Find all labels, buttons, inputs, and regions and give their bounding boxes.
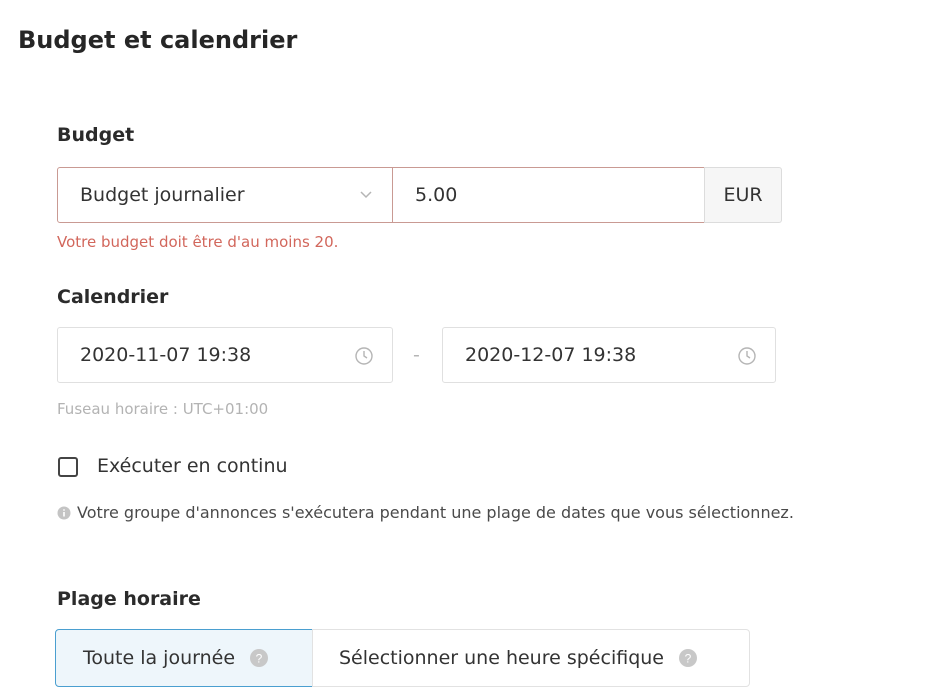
svg-text:?: ?	[256, 652, 263, 666]
budget-amount-input[interactable]: 5.00	[392, 167, 705, 223]
help-icon: ?	[679, 649, 697, 667]
page-title: Budget et calendrier	[18, 26, 298, 54]
clock-icon	[738, 347, 756, 365]
run-continuously-checkbox[interactable]	[58, 457, 78, 477]
time-range-label: Plage horaire	[57, 588, 201, 610]
timezone-note: Fuseau horaire : UTC+01:00	[57, 400, 269, 418]
budget-type-value: Budget journalier	[80, 184, 245, 206]
end-date-picker[interactable]: 2020-12-07 19:38	[442, 327, 776, 383]
specific-time-label: Sélectionner une heure spécifique	[339, 647, 664, 669]
help-icon: ?	[250, 649, 269, 667]
specific-time-option[interactable]: Sélectionner une heure spécifique ?	[312, 629, 750, 687]
info-icon	[57, 506, 71, 519]
budget-label: Budget	[57, 124, 135, 146]
currency-label: EUR	[723, 184, 763, 206]
svg-text:?: ?	[685, 652, 692, 666]
schedule-label: Calendrier	[57, 286, 169, 308]
end-date-value: 2020-12-07 19:38	[465, 344, 637, 366]
start-date-value: 2020-11-07 19:38	[80, 344, 252, 366]
schedule-info-text: Votre groupe d'annonces s'exécutera pend…	[77, 503, 794, 522]
schedule-info: Votre groupe d'annonces s'exécutera pend…	[57, 503, 794, 522]
budget-amount-value: 5.00	[415, 184, 458, 206]
chevron-down-icon	[360, 191, 372, 199]
budget-type-select[interactable]: Budget journalier	[57, 167, 393, 223]
all-day-option[interactable]: Toute la journée ?	[55, 629, 313, 687]
run-continuously-label[interactable]: Exécuter en continu	[97, 455, 288, 477]
date-range-separator: -	[413, 344, 420, 366]
currency-addon: EUR	[704, 167, 782, 223]
start-date-picker[interactable]: 2020-11-07 19:38	[57, 327, 393, 383]
budget-error-message: Votre budget doit être d'au moins 20.	[57, 233, 339, 251]
all-day-label: Toute la journée	[83, 647, 236, 669]
clock-icon	[355, 347, 373, 365]
